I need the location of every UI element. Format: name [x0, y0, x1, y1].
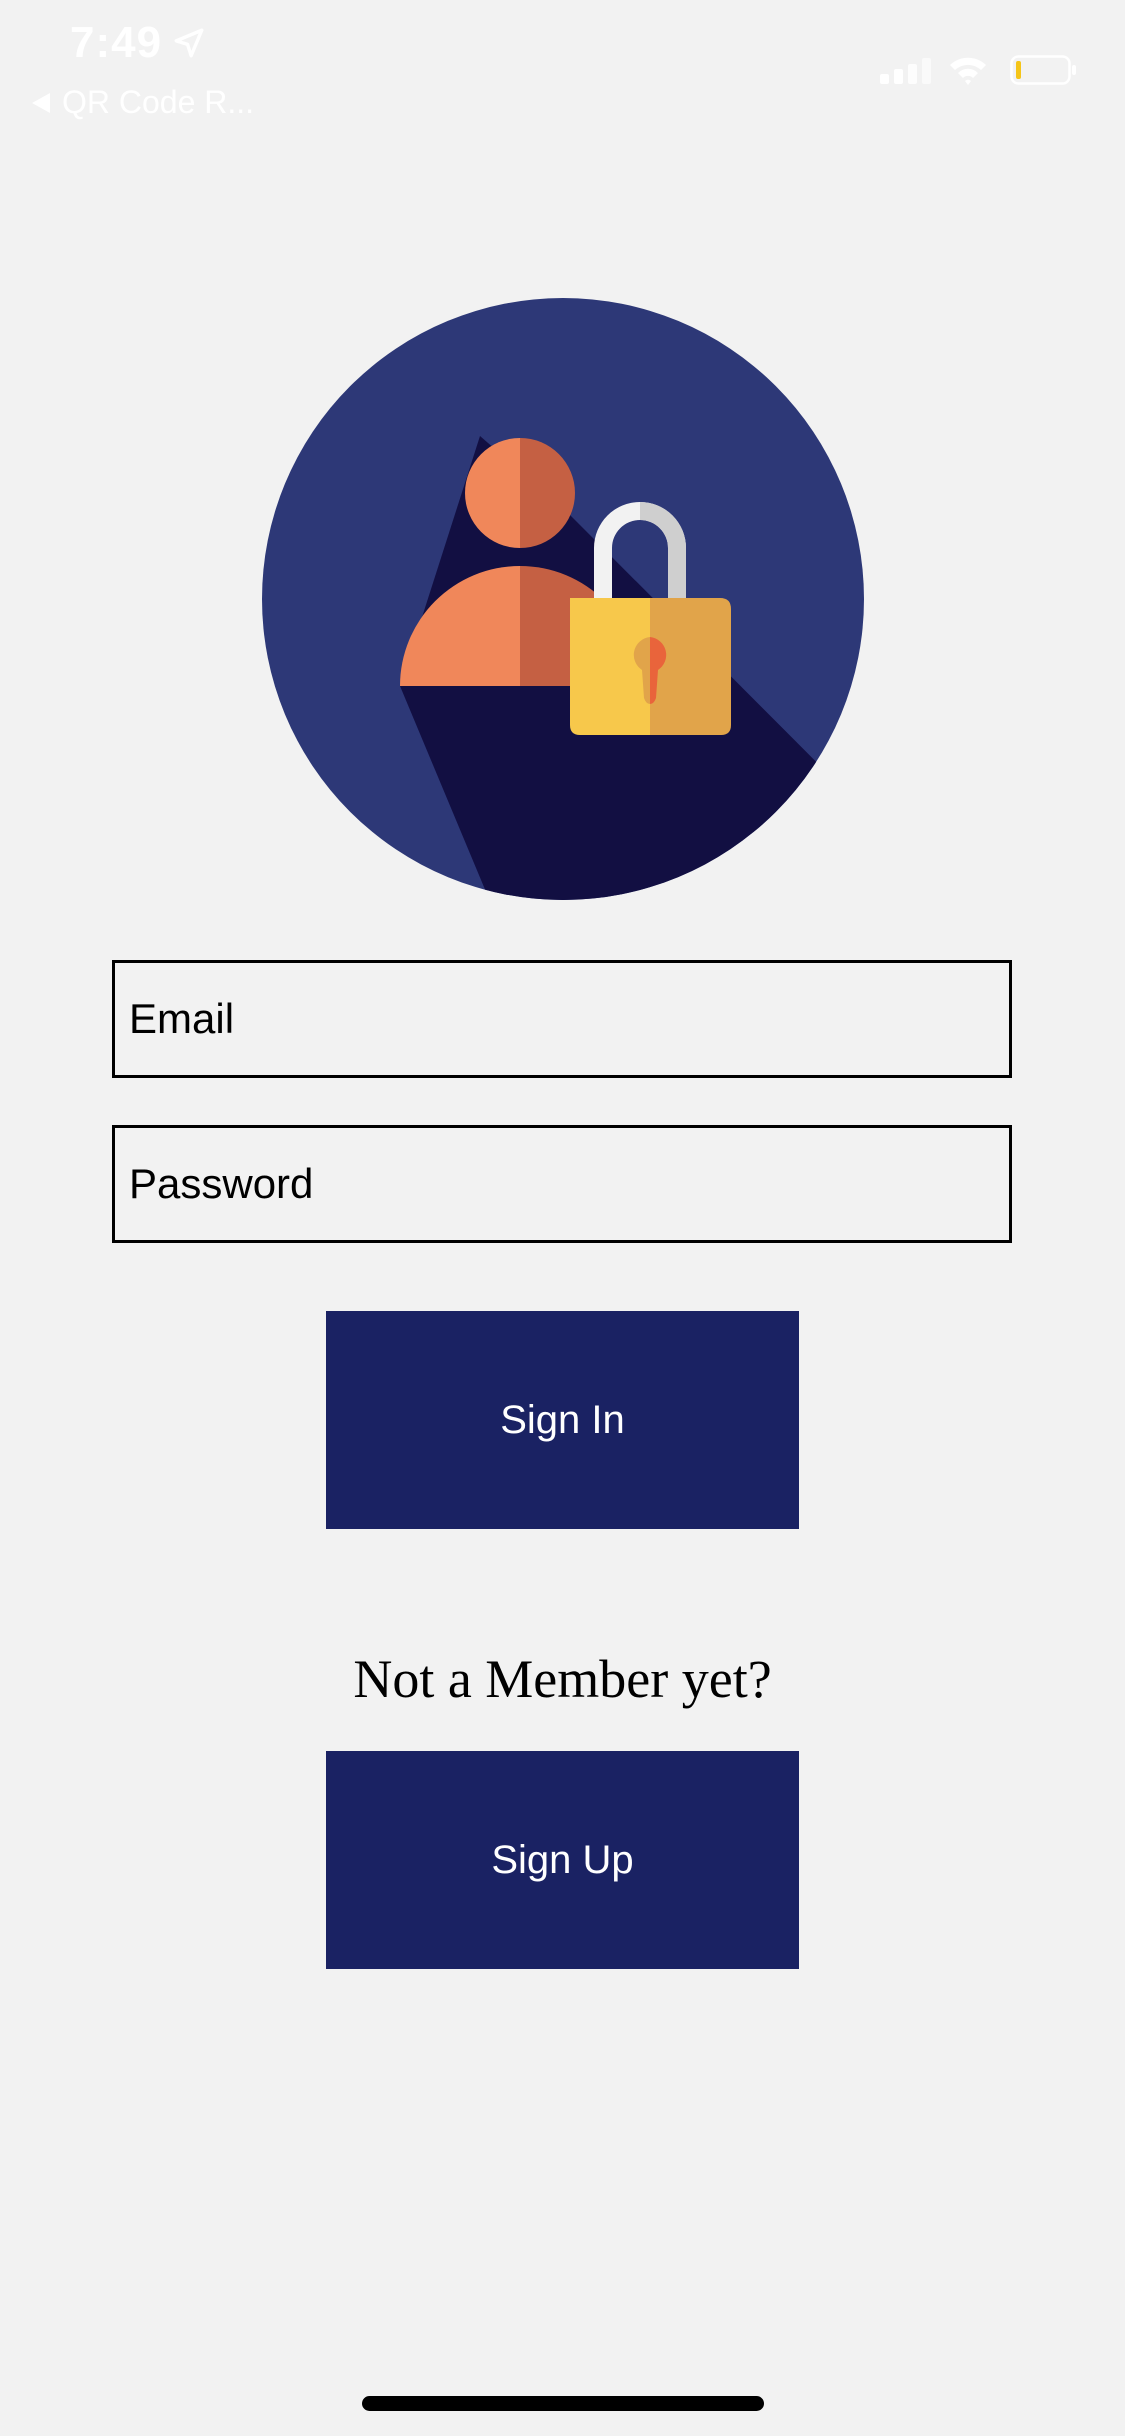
status-bar: 7:49 QR Code R... [0, 0, 1125, 130]
sign-in-button[interactable]: Sign In [326, 1311, 799, 1529]
home-indicator[interactable] [362, 2396, 764, 2411]
status-time-label: 7:49 [70, 18, 163, 67]
back-to-app-link[interactable]: QR Code R... [30, 84, 254, 121]
email-field[interactable] [112, 960, 1012, 1078]
sign-in-label: Sign In [500, 1397, 625, 1442]
lock-body-left [570, 598, 650, 735]
password-field[interactable] [112, 1125, 1012, 1243]
back-caret-icon [32, 92, 50, 113]
sign-up-label: Sign Up [491, 1837, 634, 1882]
sign-up-button[interactable]: Sign Up [326, 1751, 799, 1969]
status-time: 7:49 [70, 18, 206, 68]
lock-body-right [650, 598, 731, 735]
member-prompt: Not a Member yet? [353, 1649, 772, 1709]
battery-icon [1010, 55, 1076, 85]
location-arrow-icon [174, 28, 204, 58]
wifi-icon [950, 57, 986, 85]
user-lock-icon [262, 298, 864, 900]
back-app-label: QR Code R... [62, 84, 255, 120]
cellular-signal-icon [880, 58, 931, 84]
